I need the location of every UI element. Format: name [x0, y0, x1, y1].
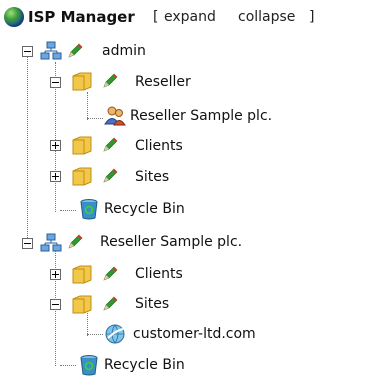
edit-pencil-icon[interactable]	[101, 136, 119, 154]
tree-node-customer-ltd[interactable]: customer-ltd.com	[133, 324, 256, 344]
app-title: ISP Manager	[28, 8, 135, 26]
collapse-link[interactable]: collapse	[238, 7, 295, 27]
tree-node-sites[interactable]: Sites	[135, 167, 169, 187]
tree-node-reseller-sample-plc[interactable]: Reseller Sample plc.	[100, 232, 242, 252]
bracket-open: [	[153, 9, 159, 25]
tree-node-clients[interactable]: Clients	[135, 136, 183, 156]
tree-connector	[87, 334, 103, 335]
expand-toggle-sites[interactable]	[50, 171, 61, 182]
tree-node-reseller-sample[interactable]: Reseller Sample plc.	[130, 106, 272, 126]
users-icon	[104, 106, 126, 126]
website-globe-icon	[105, 324, 125, 344]
edit-pencil-icon[interactable]	[101, 295, 119, 313]
tree-connector	[27, 56, 28, 242]
recycle-bin-icon	[80, 355, 98, 376]
folder-icon	[72, 295, 92, 314]
tree-node-admin[interactable]: admin	[102, 41, 146, 61]
expand-toggle-clients[interactable]	[50, 140, 61, 151]
edit-pencil-icon[interactable]	[66, 42, 84, 60]
folder-icon	[72, 167, 92, 186]
folder-icon	[72, 72, 92, 91]
expand-link[interactable]: expand	[164, 7, 216, 27]
edit-pencil-icon[interactable]	[66, 233, 84, 251]
tree-node-recycle-bin[interactable]: Recycle Bin	[104, 199, 185, 219]
tree-connector	[60, 365, 76, 366]
tree-connector	[87, 118, 103, 119]
collapse-toggle-reseller-sample[interactable]	[22, 238, 33, 249]
recycle-bin-icon	[80, 199, 98, 220]
tree-node-reseller[interactable]: Reseller	[135, 72, 191, 92]
network-icon	[40, 41, 62, 60]
tree-node-sites[interactable]: Sites	[135, 294, 169, 314]
tree-connector	[60, 210, 76, 211]
expand-toggle-clients[interactable]	[50, 269, 61, 280]
collapse-toggle-sites[interactable]	[50, 299, 61, 310]
edit-pencil-icon[interactable]	[101, 265, 119, 283]
tree-connector	[87, 92, 88, 120]
folder-icon	[72, 136, 92, 155]
globe-icon	[4, 7, 24, 27]
folder-icon	[72, 265, 92, 284]
edit-pencil-icon[interactable]	[101, 167, 119, 185]
edit-pencil-icon[interactable]	[101, 72, 119, 90]
tree-node-recycle-bin[interactable]: Recycle Bin	[104, 355, 185, 375]
network-icon	[40, 233, 62, 252]
collapse-toggle-reseller[interactable]	[50, 77, 61, 88]
tree-header: ISP Manager [ expand collapse ]	[4, 4, 374, 34]
bracket-close: ]	[309, 9, 315, 25]
tree-node-clients[interactable]: Clients	[135, 264, 183, 284]
collapse-toggle-admin[interactable]	[22, 46, 33, 57]
